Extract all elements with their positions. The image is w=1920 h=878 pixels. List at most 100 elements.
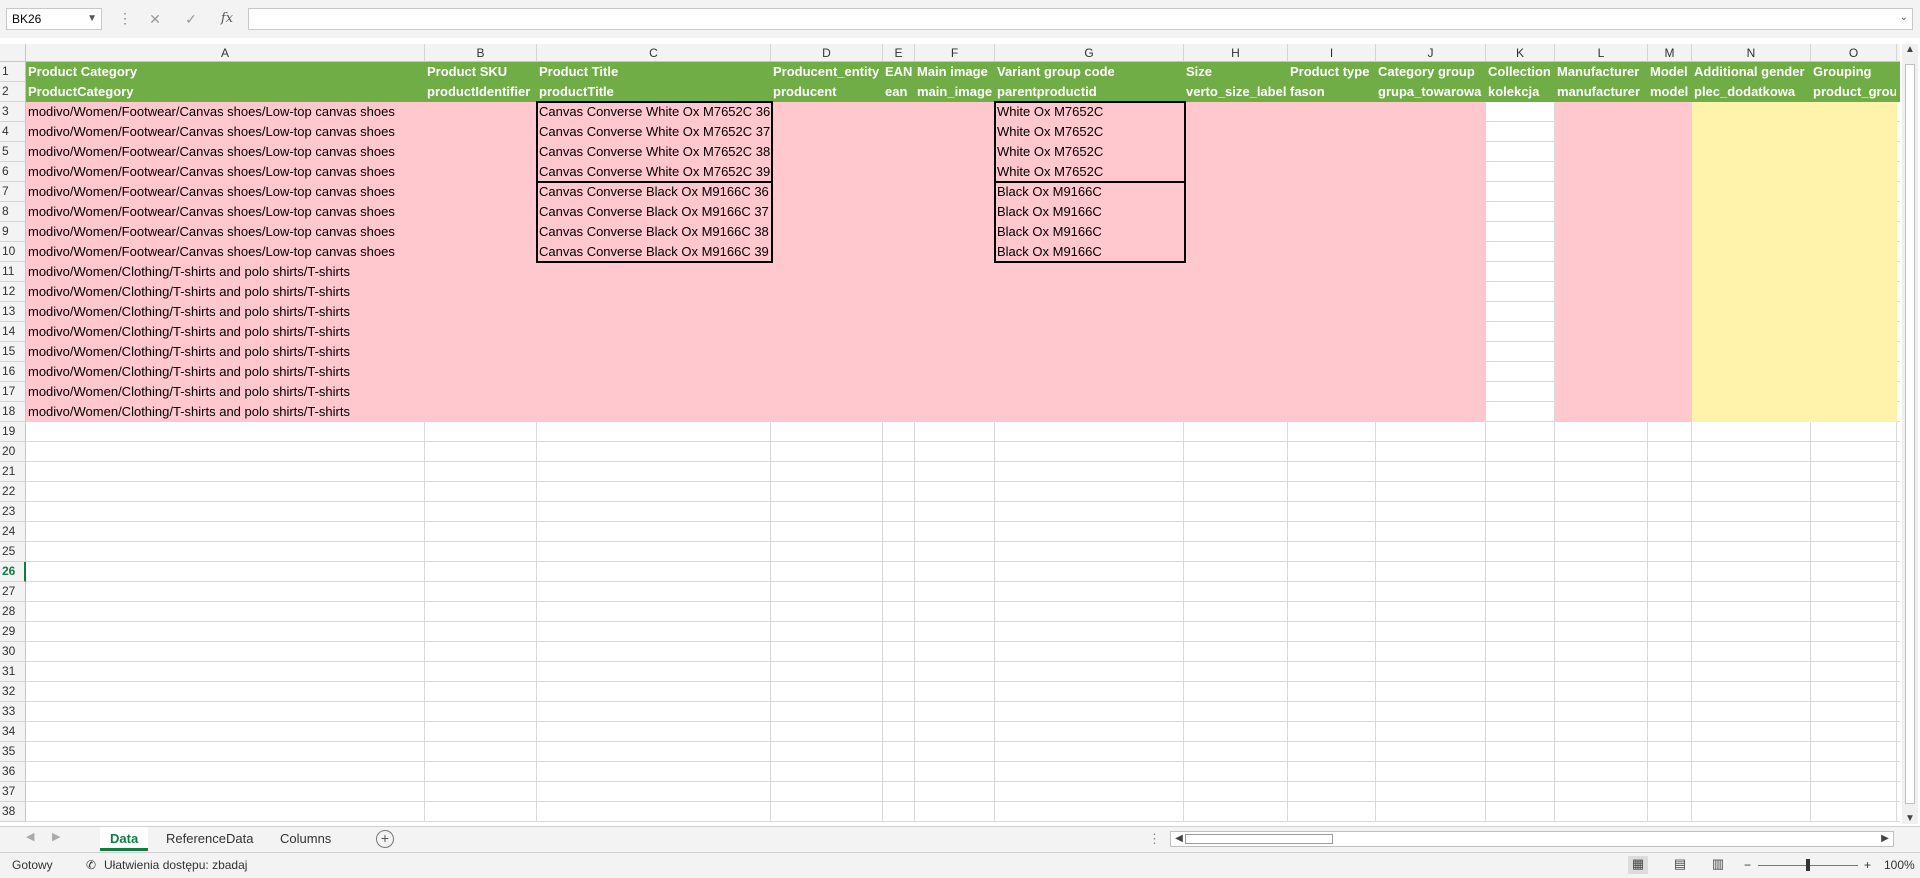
row-header[interactable]: 2 [0, 82, 26, 102]
cell[interactable] [1811, 102, 1897, 122]
cell[interactable] [1288, 282, 1376, 302]
cell[interactable] [1648, 222, 1692, 242]
row-header[interactable]: 33 [0, 702, 26, 722]
cell[interactable] [915, 142, 995, 162]
cell[interactable] [1288, 182, 1376, 202]
row-header[interactable]: 6 [0, 162, 26, 182]
cell-f1[interactable]: Main image [915, 62, 995, 82]
cell[interactable] [1288, 522, 1376, 542]
cell-a16[interactable]: modivo/Women/Clothing/T-shirts and polo … [26, 362, 425, 382]
cell[interactable] [1288, 622, 1376, 642]
row-header[interactable]: 13 [0, 302, 26, 322]
cell[interactable] [1692, 202, 1811, 222]
row-header[interactable]: 26 [0, 562, 26, 582]
cell[interactable] [1897, 702, 1900, 722]
cell[interactable] [1648, 382, 1692, 402]
row-header[interactable]: 28 [0, 602, 26, 622]
cell[interactable] [1376, 762, 1486, 782]
cell[interactable] [1486, 362, 1555, 382]
cell[interactable] [1376, 602, 1486, 622]
column-header-e[interactable]: E [883, 44, 915, 62]
cell[interactable] [771, 162, 883, 182]
cell[interactable] [26, 782, 425, 802]
cell-a2[interactable]: ProductCategory [26, 82, 425, 102]
cell[interactable] [1648, 662, 1692, 682]
cell[interactable] [425, 162, 537, 182]
cell[interactable] [771, 522, 883, 542]
cell[interactable] [1288, 682, 1376, 702]
cell-c15[interactable] [537, 342, 771, 362]
cell-e2[interactable]: ean [883, 82, 915, 102]
cell[interactable] [425, 662, 537, 682]
cell[interactable] [771, 442, 883, 462]
cell[interactable] [1288, 502, 1376, 522]
cell[interactable] [1288, 142, 1376, 162]
cell[interactable] [1486, 222, 1555, 242]
cell[interactable] [1184, 442, 1288, 462]
cell[interactable] [883, 462, 915, 482]
cell-g10[interactable]: Black Ox M9166C [995, 242, 1184, 262]
cell[interactable] [1811, 662, 1897, 682]
cell-a4[interactable]: modivo/Women/Footwear/Canvas shoes/Low-t… [26, 122, 425, 142]
cell[interactable] [1184, 522, 1288, 542]
cell[interactable] [1692, 402, 1811, 422]
cell[interactable] [1811, 682, 1897, 702]
cell[interactable] [1184, 202, 1288, 222]
cell[interactable] [1648, 642, 1692, 662]
cell[interactable] [1648, 302, 1692, 322]
cell[interactable] [1897, 542, 1900, 562]
sheet-tab-columns[interactable]: Columns [270, 827, 341, 851]
row-header[interactable]: 17 [0, 382, 26, 402]
cell-b2[interactable]: productIdentifier [425, 82, 537, 102]
cell[interactable] [1376, 282, 1486, 302]
cell-c10[interactable]: Canvas Converse Black Ox M9166C 39 [537, 242, 771, 262]
cell[interactable] [425, 762, 537, 782]
cell-a10[interactable]: modivo/Women/Footwear/Canvas shoes/Low-t… [26, 242, 425, 262]
cell[interactable] [425, 282, 537, 302]
cell-c13[interactable] [537, 302, 771, 322]
cell[interactable] [1486, 462, 1555, 482]
cell-f2[interactable]: main_image [915, 82, 995, 102]
cell[interactable] [425, 202, 537, 222]
cell[interactable] [883, 582, 915, 602]
cell[interactable] [1811, 542, 1897, 562]
row-header[interactable]: 36 [0, 762, 26, 782]
cell[interactable] [883, 102, 915, 122]
cell[interactable] [1648, 322, 1692, 342]
cell[interactable] [1376, 442, 1486, 462]
cell[interactable] [915, 522, 995, 542]
cell[interactable] [425, 102, 537, 122]
cell[interactable] [915, 462, 995, 482]
cell[interactable] [1555, 802, 1648, 822]
cell[interactable] [883, 362, 915, 382]
cell[interactable] [1486, 262, 1555, 282]
cell[interactable] [26, 722, 425, 742]
cell-g17[interactable] [995, 382, 1184, 402]
zoom-out-icon[interactable]: − [1744, 858, 1751, 872]
cell[interactable] [1692, 622, 1811, 642]
cell[interactable] [1811, 522, 1897, 542]
cell[interactable] [915, 502, 995, 522]
cell[interactable] [1648, 762, 1692, 782]
row-header[interactable]: 35 [0, 742, 26, 762]
cell[interactable] [1376, 622, 1486, 642]
cell[interactable] [915, 402, 995, 422]
zoom-level[interactable]: 100% [1884, 858, 1915, 872]
cell[interactable] [1811, 382, 1897, 402]
cell[interactable] [1897, 162, 1900, 182]
cell[interactable] [1692, 802, 1811, 822]
cell[interactable] [1897, 482, 1900, 502]
cell[interactable] [425, 462, 537, 482]
cell-g14[interactable] [995, 322, 1184, 342]
row-header[interactable]: 10 [0, 242, 26, 262]
cell[interactable] [1555, 462, 1648, 482]
cell[interactable] [883, 682, 915, 702]
column-header-i[interactable]: I [1288, 44, 1376, 62]
cell[interactable] [915, 622, 995, 642]
row-header[interactable]: 12 [0, 282, 26, 302]
cell[interactable] [995, 762, 1184, 782]
cell[interactable] [1288, 462, 1376, 482]
cell[interactable] [1486, 702, 1555, 722]
cell-g1[interactable]: Variant group code [995, 62, 1184, 82]
cell[interactable] [915, 382, 995, 402]
